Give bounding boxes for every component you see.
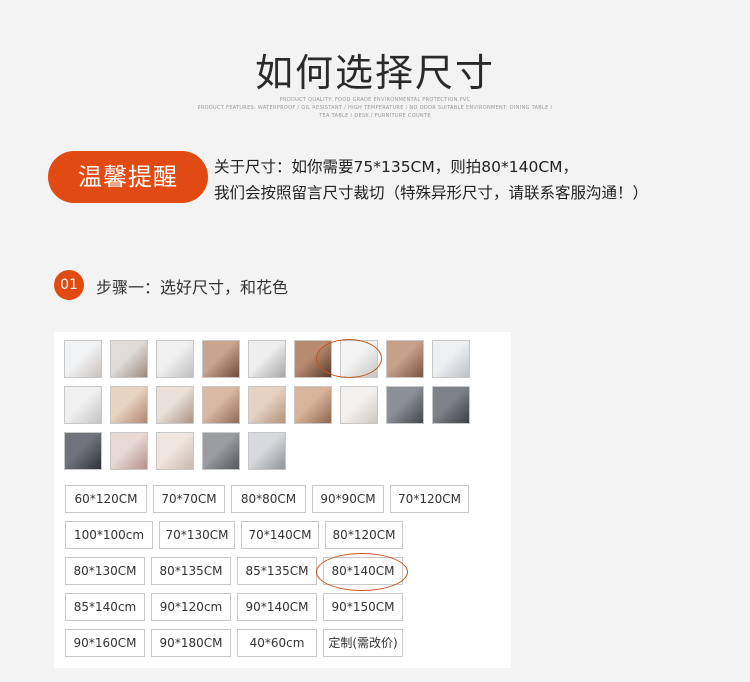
size-option-button[interactable]: 80*80CM (231, 485, 306, 513)
pattern-thumbnail[interactable] (294, 386, 332, 424)
pattern-thumbnail[interactable] (386, 386, 424, 424)
step-label: 步骤一：选好尺寸，和花色 (96, 278, 289, 297)
pattern-thumbnail[interactable] (64, 386, 102, 424)
step-number-badge: 01 (54, 270, 84, 300)
pattern-thumbnail[interactable] (156, 340, 194, 378)
size-option-button[interactable]: 40*60cm (237, 629, 317, 657)
pattern-thumbnail[interactable] (202, 386, 240, 424)
page-title: 如何选择尺寸 (254, 51, 495, 95)
size-option-button[interactable]: 80*120CM (325, 521, 403, 549)
pattern-thumbnail[interactable] (64, 432, 102, 470)
size-option-button[interactable]: 90*150CM (323, 593, 403, 621)
pattern-thumbnail[interactable] (110, 340, 148, 378)
size-option-button[interactable]: 90*90CM (312, 485, 384, 513)
pattern-thumbnail[interactable] (202, 340, 240, 378)
pattern-thumbnail[interactable] (248, 432, 286, 470)
pattern-thumbnail[interactable] (110, 432, 148, 470)
pattern-thumbnail[interactable] (156, 432, 194, 470)
product-info-line: TEA TABLE / DESK / FURNITURE COUNTE (319, 113, 431, 119)
size-option-button[interactable]: 定制(需改价) (323, 629, 403, 657)
size-option-button[interactable]: 60*120CM (65, 485, 147, 513)
warm-reminder-badge: 温馨提醒 (48, 151, 208, 203)
pattern-thumbnail[interactable] (340, 340, 378, 378)
reminder-text-line: 我们会按照留言尺寸裁切（特殊异形尺寸，请联系客服沟通！） (214, 184, 649, 202)
pattern-thumbnail[interactable] (432, 340, 470, 378)
size-option-button[interactable]: 90*180CM (151, 629, 231, 657)
sku-selection-panel: 60*120CM 70*70CM 80*80CM 90*90CM 70*120CM 100… (54, 332, 511, 668)
reminder-text-line: 关于尺寸：如你需要75*135CM，则拍80*140CM， (214, 158, 579, 176)
size-option-button[interactable]: 70*120CM (390, 485, 469, 513)
size-option-button[interactable]: 90*140CM (237, 593, 317, 621)
pattern-thumbnail[interactable] (432, 386, 470, 424)
size-option-button[interactable]: 80*135CM (151, 557, 231, 585)
pattern-thumbnail[interactable] (340, 386, 378, 424)
pattern-thumbnail[interactable] (248, 386, 286, 424)
pattern-thumbnail[interactable] (110, 386, 148, 424)
size-option-button[interactable]: 80*140CM (323, 557, 403, 585)
size-option-button[interactable]: 70*70CM (153, 485, 225, 513)
pattern-thumbnail[interactable] (156, 386, 194, 424)
size-option-button[interactable]: 90*160CM (65, 629, 145, 657)
size-option-button[interactable]: 70*140CM (241, 521, 319, 549)
pattern-thumbnail[interactable] (248, 340, 286, 378)
pattern-thumbnail[interactable] (202, 432, 240, 470)
product-info-line: PRODUCT QUALITY: FOOD GRADE ENVIRONMENTA… (279, 97, 471, 103)
size-option-button[interactable]: 85*140cm (65, 593, 145, 621)
size-option-button[interactable]: 70*130CM (159, 521, 235, 549)
size-option-button[interactable]: 90*120cm (151, 593, 231, 621)
pattern-thumbnail[interactable] (294, 340, 332, 378)
size-option-button[interactable]: 85*135CM (237, 557, 317, 585)
pattern-thumbnail[interactable] (64, 340, 102, 378)
size-option-button[interactable]: 80*130CM (65, 557, 145, 585)
pattern-thumbnail[interactable] (386, 340, 424, 378)
size-option-button[interactable]: 100*100cm (65, 521, 153, 549)
product-info-line: PRODUCT FEATURES: WATERPROOF / OIL RESIS… (197, 105, 553, 111)
